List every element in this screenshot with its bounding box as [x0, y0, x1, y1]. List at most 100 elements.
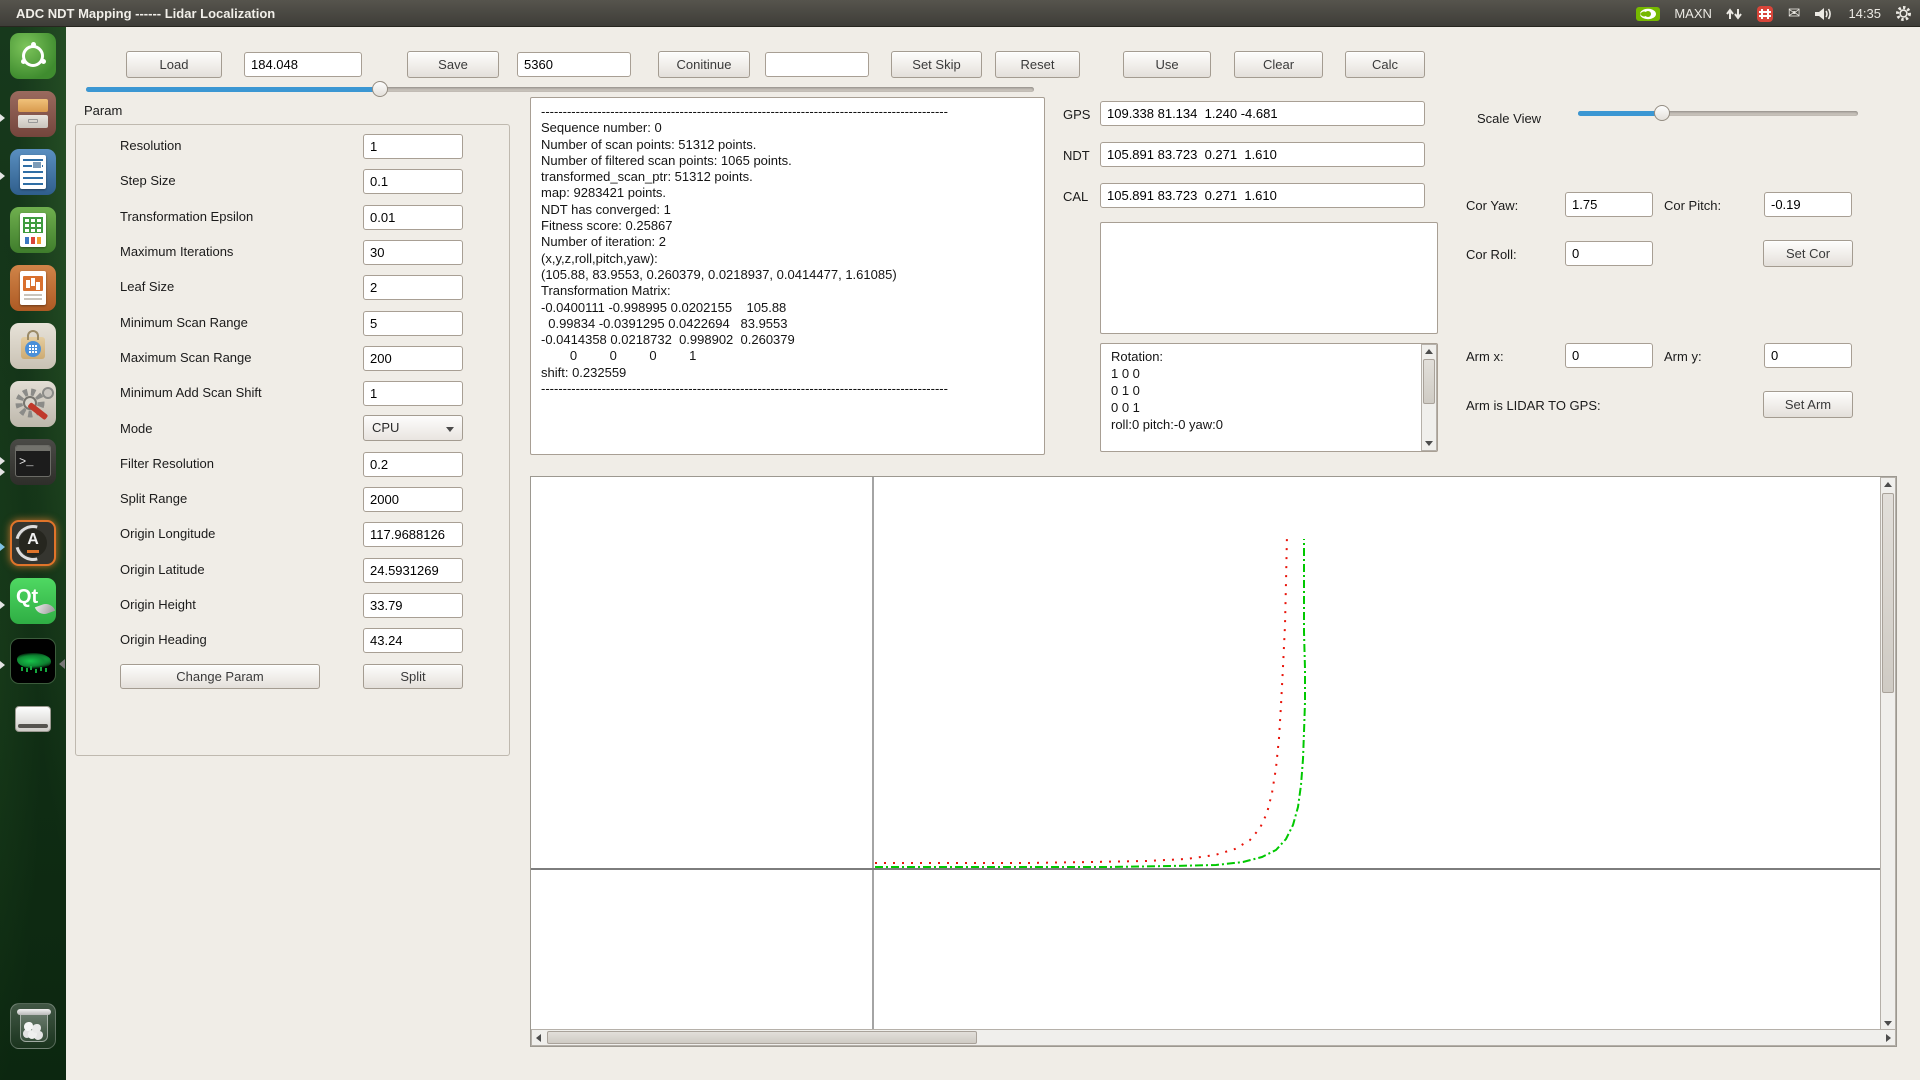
param-input-origin-longitude[interactable]: [363, 522, 463, 547]
calc-button[interactable]: Calc: [1345, 51, 1425, 78]
dock-icon-terminal[interactable]: >_: [10, 439, 56, 485]
trajectory-gps: [875, 534, 1287, 863]
volume-icon[interactable]: [1814, 6, 1834, 22]
plot-canvas[interactable]: [531, 477, 1882, 1031]
cor-roll-label: Cor Roll:: [1466, 247, 1517, 262]
timeline-slider-fill: [86, 87, 380, 92]
param-input-origin-latitude[interactable]: [363, 558, 463, 583]
dock-icon-updater[interactable]: A: [10, 520, 56, 566]
param-input-origin-heading[interactable]: [363, 628, 463, 653]
log-output[interactable]: ----------------------------------------…: [530, 97, 1045, 455]
scroll-down-arrow[interactable]: [1884, 1021, 1892, 1026]
dock-icon-trash[interactable]: [10, 1003, 56, 1049]
change-param-button[interactable]: Change Param: [120, 664, 320, 689]
set-cor-button[interactable]: Set Cor: [1763, 240, 1853, 267]
gps-value-field[interactable]: [1100, 101, 1425, 126]
use-button[interactable]: Use: [1123, 51, 1211, 78]
dock-icon-settings[interactable]: [10, 381, 56, 427]
param-input-leaf-size[interactable]: [363, 275, 463, 300]
timeline-slider[interactable]: [86, 80, 1034, 98]
plot-horizontal-scrollbar[interactable]: [531, 1029, 1896, 1046]
set-skip-button[interactable]: Set Skip: [891, 51, 982, 78]
gpu-mode-label[interactable]: MAXN: [1674, 6, 1712, 21]
arm-x-label: Arm x:: [1466, 349, 1504, 364]
network-traffic-icon[interactable]: [1726, 7, 1742, 21]
dock-icon-files[interactable]: [10, 91, 56, 137]
plot-vertical-scrollbar-handle[interactable]: [1882, 493, 1894, 693]
param-input-origin-height[interactable]: [363, 593, 463, 618]
arm-y-label: Arm y:: [1664, 349, 1702, 364]
param-label-origin-height: Origin Height: [120, 597, 196, 612]
param-label-resolution: Resolution: [120, 138, 181, 153]
arm-x-input[interactable]: [1565, 343, 1653, 368]
running-indicator: [0, 468, 5, 476]
cor-pitch-input[interactable]: [1764, 192, 1852, 217]
rotation-output[interactable]: Rotation: 1 0 0 0 1 0 0 0 1 roll:0 pitch…: [1100, 343, 1438, 452]
window-title: ADC NDT Mapping ------ Lidar Localizatio…: [16, 0, 275, 27]
param-input-resolution[interactable]: [363, 134, 463, 159]
nvidia-icon[interactable]: [1636, 6, 1660, 22]
cor-roll-input[interactable]: [1565, 241, 1653, 266]
mode-combobox[interactable]: CPU: [363, 415, 463, 441]
save-button[interactable]: Save: [407, 51, 499, 78]
terminal-prompt-glyph: >_: [19, 455, 33, 469]
dock-icon-software[interactable]: [10, 323, 56, 369]
scale-view-slider[interactable]: [1578, 104, 1858, 122]
arm-y-input[interactable]: [1764, 343, 1852, 368]
plot-vertical-scrollbar[interactable]: [1880, 477, 1896, 1031]
ndt-value-field[interactable]: [1100, 142, 1425, 167]
input-method-icon[interactable]: [1756, 5, 1774, 23]
dock-icon-impress[interactable]: [10, 265, 56, 311]
scroll-down-arrow[interactable]: [1425, 441, 1433, 446]
reset-button[interactable]: Reset: [995, 51, 1080, 78]
mail-icon[interactable]: ✉: [1788, 6, 1801, 21]
dock-icon-disk[interactable]: [10, 696, 56, 742]
timeline-slider-handle[interactable]: [372, 81, 388, 97]
dock-icon-dash-home[interactable]: [10, 33, 56, 79]
dock-icon-qtcreator[interactable]: Qt: [10, 578, 56, 624]
clear-button[interactable]: Clear: [1234, 51, 1323, 78]
plot-horizontal-scrollbar-handle[interactable]: [547, 1031, 977, 1044]
cal-value-field[interactable]: [1100, 183, 1425, 208]
param-input-maximum-iterations[interactable]: [363, 240, 463, 265]
rotation-scrollbar-handle[interactable]: [1423, 359, 1435, 404]
scale-view-slider-fill: [1578, 111, 1662, 116]
continue-value-input[interactable]: [765, 52, 869, 77]
info-box[interactable]: [1100, 222, 1438, 334]
param-input-maximum-scan-range[interactable]: [363, 346, 463, 371]
param-label-origin-heading: Origin Heading: [120, 632, 207, 647]
param-input-minimum-scan-range[interactable]: [363, 311, 463, 336]
dock-icon-calc[interactable]: [10, 207, 56, 253]
scale-view-slider-handle[interactable]: [1654, 105, 1670, 121]
map-plot-view: [530, 476, 1897, 1047]
param-label-maximum-scan-range: Maximum Scan Range: [120, 350, 252, 365]
scroll-up-arrow[interactable]: [1425, 349, 1433, 354]
param-label-step-size: Step Size: [120, 173, 176, 188]
param-input-split-range[interactable]: [363, 487, 463, 512]
scroll-right-arrow[interactable]: [1886, 1034, 1891, 1042]
ndt-label: NDT: [1063, 148, 1090, 163]
cor-yaw-label: Cor Yaw:: [1466, 198, 1518, 213]
param-input-minimum-add-scan-shift[interactable]: [363, 381, 463, 406]
load-button[interactable]: Load: [126, 51, 222, 78]
param-input-step-size[interactable]: [363, 169, 463, 194]
gps-label: GPS: [1063, 107, 1090, 122]
param-label-leaf-size: Leaf Size: [120, 279, 174, 294]
dock-icon-writer[interactable]: [10, 149, 56, 195]
clock[interactable]: 14:35: [1848, 6, 1881, 21]
cor-yaw-input[interactable]: [1565, 192, 1653, 217]
rotation-scrollbar[interactable]: [1421, 344, 1437, 451]
continue-button[interactable]: Conitinue: [658, 51, 750, 78]
param-input-transformation-epsilon[interactable]: [363, 205, 463, 230]
dock-icon-lidar-app[interactable]: [10, 638, 56, 684]
param-input-filter-resolution[interactable]: [363, 452, 463, 477]
mode-combobox-value: CPU: [372, 420, 399, 435]
session-gear-icon[interactable]: [1895, 5, 1912, 22]
param-label-origin-latitude: Origin Latitude: [120, 562, 205, 577]
split-button[interactable]: Split: [363, 664, 463, 689]
load-value-input[interactable]: [244, 52, 362, 77]
scroll-left-arrow[interactable]: [536, 1034, 541, 1042]
set-arm-button[interactable]: Set Arm: [1763, 391, 1853, 418]
save-value-input[interactable]: [517, 52, 631, 77]
scroll-up-arrow[interactable]: [1884, 482, 1892, 487]
